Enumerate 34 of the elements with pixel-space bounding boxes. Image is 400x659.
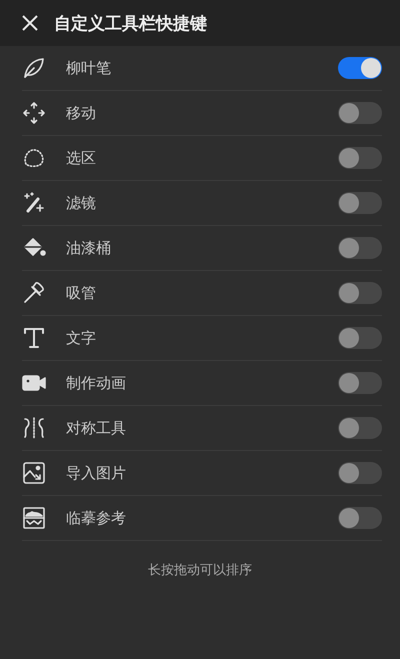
toggle-switch[interactable] <box>338 372 382 394</box>
image-import-icon <box>22 461 46 485</box>
letter-t-icon <box>22 326 46 350</box>
toggle-switch[interactable] <box>338 507 382 529</box>
tool-label: 文字 <box>66 328 97 348</box>
toggle-switch[interactable] <box>338 147 382 169</box>
toggle-switch[interactable] <box>338 237 382 259</box>
tool-label: 吸管 <box>66 284 97 302</box>
tool-label: 对称工具 <box>66 418 127 438</box>
magic-wand-icon <box>22 191 46 215</box>
toggle-switch[interactable] <box>338 57 382 79</box>
toggle-switch[interactable] <box>338 327 382 349</box>
tool-label: 移动 <box>66 104 97 122</box>
reference-image-icon <box>22 506 46 530</box>
tool-label: 制作动画 <box>66 374 127 392</box>
symmetry-icon <box>22 416 46 440</box>
toggle-switch[interactable] <box>338 417 382 439</box>
toggle-switch[interactable] <box>338 102 382 124</box>
tool-label: 滤镜 <box>66 194 97 212</box>
hint-text: 长按拖动可以排序 <box>147 562 253 579</box>
close-icon[interactable] <box>20 13 40 33</box>
toggle-switch[interactable] <box>338 282 382 304</box>
tool-label: 导入图片 <box>66 464 127 482</box>
tool-label: 选区 <box>66 148 97 168</box>
toggle-switch[interactable] <box>338 462 382 484</box>
tool-label: 柳叶笔 <box>66 58 112 78</box>
toggle-switch[interactable] <box>338 192 382 214</box>
leaf-icon <box>22 56 46 80</box>
tool-label: 油漆桶 <box>66 238 112 258</box>
tool-label: 临摹参考 <box>66 508 127 528</box>
eyedropper-icon <box>22 281 46 305</box>
page-title: 自定义工具栏快捷键 <box>54 12 207 34</box>
dotted-lasso-icon <box>22 146 46 170</box>
move-arrows-icon <box>22 101 46 125</box>
